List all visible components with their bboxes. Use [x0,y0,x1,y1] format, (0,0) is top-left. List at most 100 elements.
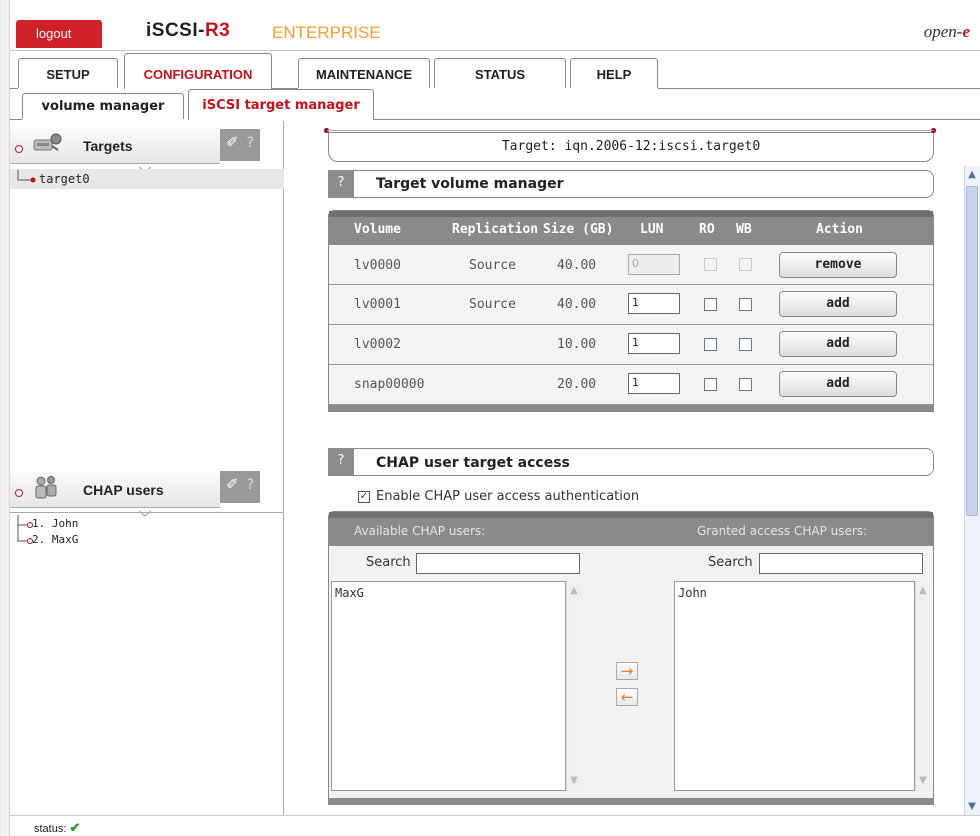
chap-user-item[interactable]: 2. MaxG [32,533,78,546]
target-item[interactable]: target0 [39,172,90,186]
chap-help-button[interactable]: ? [328,448,354,476]
scroll-down-icon[interactable]: ▼ [916,774,930,788]
brand-r3-text: R3 [204,20,231,41]
col-ro: RO [699,222,715,237]
tab-baseline [10,88,18,89]
target-title-box: Target: iqn.2006-12:iscsi.target0 [328,132,934,162]
wb-checkbox[interactable] [739,338,752,351]
chap-title: CHAP users [83,482,164,498]
size-value: 40.00 [557,258,597,273]
available-users-list[interactable] [331,581,566,791]
tab-status[interactable]: STATUS [434,58,566,88]
lun-input[interactable]: 1 [628,373,680,394]
col-lun: LUN [640,222,664,237]
granted-search-input[interactable] [759,553,923,574]
volume-name: lv0001 [354,297,401,312]
chap-box-footer [329,798,933,805]
targets-splitter-handle[interactable] [123,162,167,173]
list-item[interactable]: John [678,586,707,600]
enable-chap-label: Enable CHAP user access authentication [376,489,640,504]
arrow-right-icon[interactable]: → [616,662,638,680]
check-icon: ✔ [69,820,81,835]
col-wb: WB [736,222,752,237]
scroll-up-icon[interactable]: ▲ [567,584,581,598]
arrow-left-icon[interactable]: ← [616,688,638,706]
tab-help[interactable]: HELP [570,58,658,88]
logout-button[interactable]: logout [16,20,102,48]
remove-button[interactable]: remove [779,252,897,278]
lun-input[interactable]: 1 [628,293,680,314]
help-icon[interactable]: ? [247,477,254,493]
target-box-top-line [327,130,934,131]
wb-checkbox[interactable] [739,298,752,311]
chap-section-title: CHAP user target access [376,455,570,471]
subtab-iscsi-target-manager[interactable]: iSCSI target manager [188,89,374,120]
collapse-dot-icon[interactable] [15,489,23,497]
scroll-up-icon[interactable]: ▲ [965,168,979,182]
volume-name: snap00000 [354,377,425,392]
available-users-label: Available CHAP users: [354,524,486,538]
list-item[interactable]: MaxG [335,586,364,600]
left-panel [10,121,284,815]
granted-users-list[interactable] [674,581,915,791]
volume-name: lv0002 [354,337,401,352]
volume-table-footer [329,405,933,411]
add-button[interactable]: add [779,331,897,357]
ro-checkbox[interactable] [704,378,717,391]
ro-checkbox[interactable] [704,298,717,311]
vendor-e-text: e [962,22,970,41]
wb-checkbox[interactable] [739,378,752,391]
wrench-icon[interactable]: ✐ [226,475,239,493]
status-label: status: [34,823,67,835]
scroll-down-icon[interactable]: ▼ [965,800,979,814]
scroll-up-icon[interactable]: ▲ [916,584,930,598]
replication-value: Source [469,258,516,273]
page-scrollbar-thumb[interactable] [966,186,978,516]
col-size: Size (GB) [543,222,614,237]
targets-icon [32,132,62,154]
replication-value: Source [469,297,516,312]
help-icon[interactable]: ? [247,135,254,151]
brand-main-text: iSCSI- [146,20,205,41]
available-search-label: Search [366,555,411,570]
product-logo: iSCSI-R3 [146,20,230,42]
add-button[interactable]: add [779,291,897,317]
tree-branch-icon [14,170,38,187]
vendor-prefix-text: open- [923,22,963,41]
available-list-scrollbar[interactable] [566,581,582,791]
col-volume: Volume [354,222,401,237]
ro-checkbox [704,258,717,271]
subtab-baseline [10,119,22,120]
size-value: 20.00 [557,377,597,392]
col-action: Action [816,222,863,237]
ro-checkbox[interactable] [704,338,717,351]
vendor-logo: open-e [924,22,970,42]
subtab-volume-manager[interactable]: volume manager [22,93,184,119]
tab-setup[interactable]: SETUP [18,58,118,88]
wrench-icon[interactable]: ✐ [226,133,239,151]
status-bar: status: ✔ [10,815,980,836]
left-edge-strip [0,0,10,836]
tab-maintenance[interactable]: MAINTENANCE [298,58,430,88]
enable-chap-checkbox[interactable]: ✓ [358,491,370,503]
targets-tools[interactable]: ✐ ? [220,129,260,161]
tab-baseline [658,88,980,89]
chap-user-item[interactable]: 1. John [32,517,78,530]
wb-checkbox [739,258,752,271]
scroll-down-icon[interactable]: ▼ [567,774,581,788]
lun-input: 0 [628,254,680,275]
granted-users-label: Granted access CHAP users: [697,524,868,538]
lun-input[interactable]: 1 [628,333,680,354]
subtab-baseline [374,119,980,120]
available-search-input[interactable] [416,553,580,574]
granted-list-scrollbar[interactable] [915,581,931,791]
users-icon [32,475,62,499]
size-value: 10.00 [557,337,597,352]
chap-tools[interactable]: ✐ ? [220,471,260,503]
volume-section-title: Target volume manager [376,176,564,192]
tab-configuration[interactable]: CONFIGURATION [124,53,272,89]
collapse-dot-icon[interactable] [15,145,23,153]
chap-divider [10,512,284,513]
add-button[interactable]: add [779,371,897,397]
volume-help-button[interactable]: ? [328,170,354,198]
